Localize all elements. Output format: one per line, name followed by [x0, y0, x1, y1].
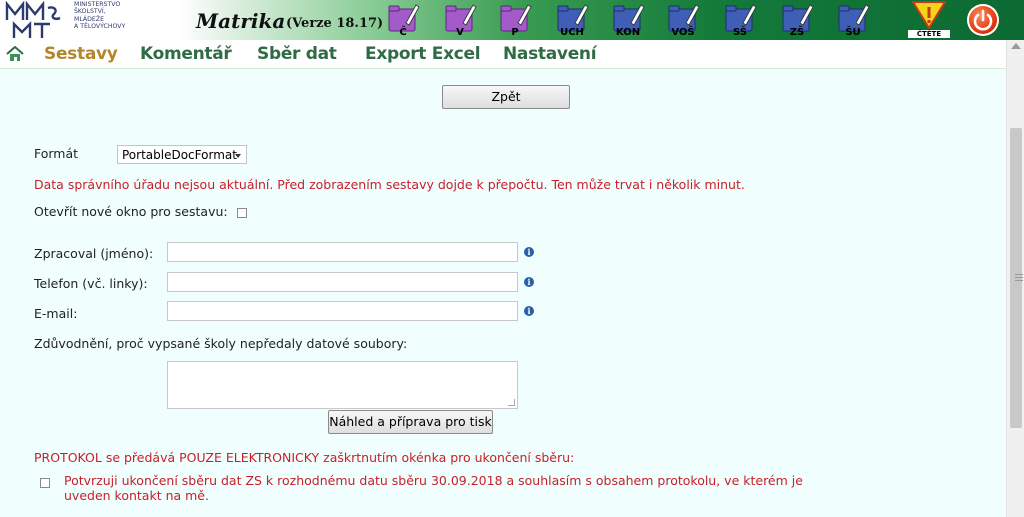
email-label: E-mail:	[34, 306, 78, 321]
nav-komentar[interactable]: Komentář	[140, 44, 232, 64]
format-label: Formát	[34, 146, 79, 161]
module-ss-button[interactable]: SŠ	[723, 3, 757, 39]
justification-label: Zdůvodnění, proč vypsané školy nepředaly…	[34, 336, 408, 351]
justification-textarea[interactable]	[167, 361, 518, 409]
module-su-button[interactable]: ŠU	[836, 3, 870, 39]
ministry-name: MINISTERSTVO ŠKOLSTVÍ, MLÁDEŽE A TĚLOVÝC…	[74, 1, 126, 31]
nav-sber-dat[interactable]: Sběr dat	[257, 44, 337, 64]
module-vos-button[interactable]: VOŠ	[666, 3, 700, 39]
nav-nastaveni[interactable]: Nastavení	[503, 44, 597, 64]
home-icon[interactable]	[6, 46, 24, 62]
outdated-data-warning: Data správního úřadu nejsou aktuální. Př…	[34, 177, 745, 192]
email-input[interactable]	[167, 301, 518, 321]
module-c-button[interactable]: Č	[386, 3, 420, 39]
processed-by-input[interactable]	[167, 242, 518, 262]
confirm-collection-text: Potvrzuji ukončení sběru dat ZS k rozhod…	[64, 473, 803, 503]
confirm-collection-checkbox[interactable]	[40, 478, 50, 488]
app-header: MINISTERSTVO ŠKOLSTVÍ, MLÁDEŽE A TĚLOVÝC…	[0, 0, 1024, 40]
phone-label: Telefon (vč. linky):	[34, 276, 148, 291]
format-select[interactable]: PortableDocFormat	[117, 145, 247, 164]
back-button[interactable]: Zpět	[442, 85, 570, 109]
power-icon	[973, 9, 993, 31]
new-window-checkbox[interactable]	[237, 208, 247, 218]
main-nav: Sestavy Komentář Sběr dat Export Excel N…	[0, 40, 1006, 69]
phone-input[interactable]	[167, 272, 518, 292]
chevron-down-icon	[235, 154, 241, 158]
info-icon[interactable]: i	[524, 277, 534, 287]
module-kon-button[interactable]: KON	[611, 3, 645, 39]
module-uch-button[interactable]: UCH	[555, 3, 589, 39]
module-p-button[interactable]: P	[498, 3, 532, 39]
scrollbar-thumb[interactable]	[1010, 128, 1023, 428]
power-logout-button[interactable]	[967, 4, 999, 36]
new-window-label: Otevřít nové okno pro sestavu:	[34, 204, 228, 219]
preview-print-button[interactable]: Náhled a příprava pro tisk	[328, 410, 493, 434]
resize-handle-icon[interactable]	[508, 399, 515, 406]
scroll-up-arrow-icon[interactable]	[1011, 43, 1021, 49]
app-version: (Verze 18.17)	[286, 16, 384, 31]
protocol-notice: PROTOKOL se předává POUZE ELEKTRONICKY z…	[34, 450, 575, 465]
processed-by-label: Zpracoval (jméno):	[34, 246, 154, 261]
app-title: Matrika	[196, 9, 286, 33]
nav-sestavy[interactable]: Sestavy	[44, 44, 118, 64]
module-zs-button[interactable]: ZŠ	[780, 3, 814, 39]
info-icon[interactable]: i	[524, 247, 534, 257]
info-icon[interactable]: i	[524, 306, 534, 316]
module-v-button[interactable]: V	[443, 3, 477, 39]
nav-export-excel[interactable]: Export Excel	[365, 44, 481, 64]
warning-icon	[911, 1, 947, 30]
msmt-logo-icon	[5, 0, 61, 38]
read-me-button[interactable]: ČTĚTE	[908, 0, 950, 40]
vertical-scrollbar[interactable]	[1006, 40, 1024, 517]
